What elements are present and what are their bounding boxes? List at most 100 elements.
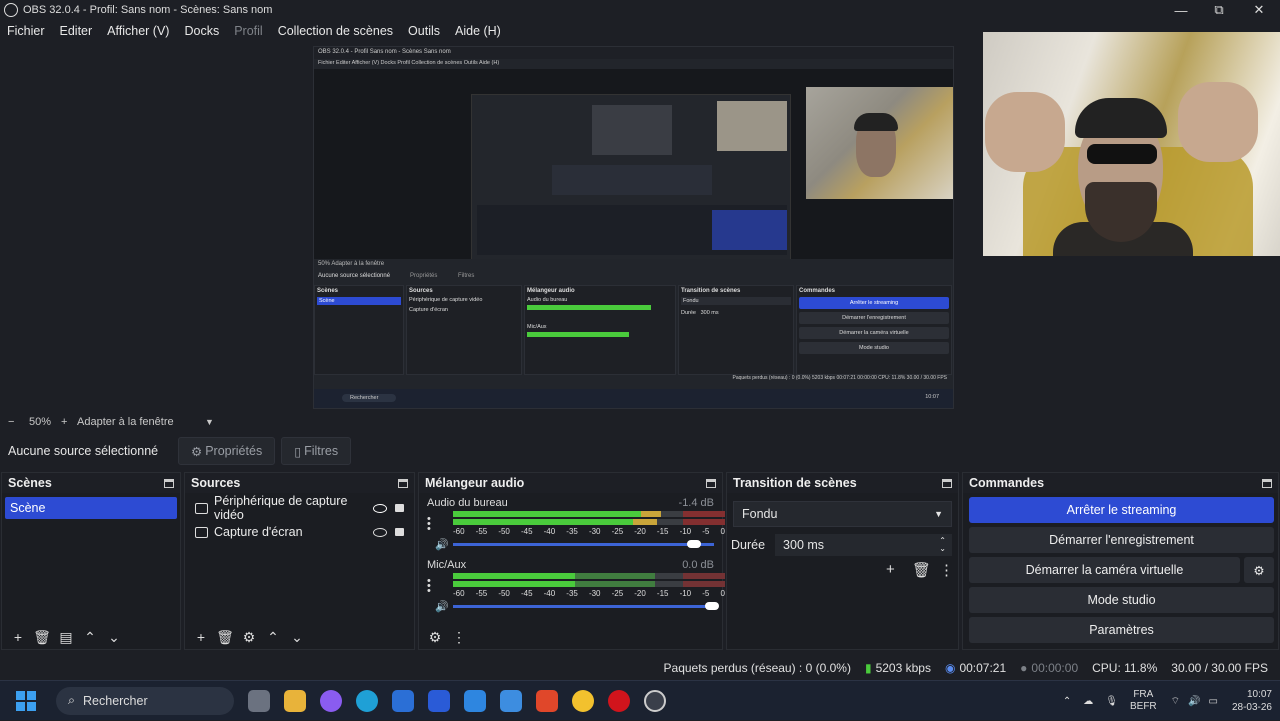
battery-icon[interactable]: ▭ [1209,696,1218,707]
start-recording-button[interactable]: Démarrer l'enregistrement [969,527,1274,553]
volume-icon[interactable]: 🔊 [1188,696,1200,707]
source-item[interactable]: Périphérique de capture vidéo [185,494,414,522]
duration-label: Durée [731,538,766,552]
trash-icon[interactable]: 🗑 [213,629,237,646]
copilot-icon[interactable] [320,689,342,712]
settings-button[interactable]: Paramètres [969,617,1274,643]
stop-streaming-button[interactable]: Arrêter le streaming [969,497,1274,523]
nested-transition: Transition de scènes Fondu Durée 300 ms [678,285,794,375]
level-meter [453,511,725,527]
store-icon[interactable] [392,689,414,712]
more-icon[interactable]: ⋮ [939,561,954,579]
cloud-icon[interactable]: ☁ [1083,696,1093,707]
lock-icon[interactable] [395,528,404,536]
zoom-fit-select[interactable]: Adapter à la fenêtre [77,416,205,428]
channel-name: Audio du bureau [427,497,508,509]
menu-editer[interactable]: Editer [60,24,93,38]
chevron-up-icon[interactable]: ⌃ [1063,696,1071,707]
nested-canvas [314,69,953,274]
more-icon[interactable]: • • • [427,576,433,597]
opera-icon[interactable] [608,689,630,712]
dropped-frames: Paquets perdus (réseau) : 0 (0.0%) [663,661,851,675]
nested-scenes: Scènes Scène [314,285,404,375]
more-icon[interactable]: • • • [427,514,433,535]
nested-taskbar: Rechercher 10:07 [314,389,953,408]
mic-icon[interactable]: 🎙 [1105,696,1118,707]
gear-icon[interactable]: ⚙ [237,629,261,646]
menu-afficher[interactable]: Afficher (V) [107,24,169,38]
close-button[interactable]: ✕ [1240,0,1278,20]
obs-taskbar-icon[interactable] [644,689,666,712]
transition-title: Transition de scènes [733,476,857,490]
outlook-icon[interactable] [464,689,486,712]
bitrate: ▮ 5203 kbps [864,661,931,675]
menu-profil[interactable]: Profil [234,24,262,38]
wifi-icon[interactable]: ⌔ [1171,695,1180,708]
brave-icon[interactable] [536,689,558,712]
trash-icon[interactable]: 🗑 [30,629,54,646]
filters-button[interactable]: ▯ Filtres [281,437,352,465]
minimize-button[interactable]: — [1162,0,1200,20]
up-arrow-icon[interactable]: ⌃ [78,629,102,646]
chevron-down-icon[interactable]: ▼ [205,417,214,427]
up-arrow-icon[interactable]: ⌃ [261,629,285,646]
app-icon[interactable] [428,689,450,712]
clock[interactable]: 10:07 28-03-26 [1232,688,1272,714]
menu-docks[interactable]: Docks [184,24,219,38]
menu-outils[interactable]: Outils [408,24,440,38]
chrome-icon[interactable] [572,689,594,712]
speaker-icon[interactable]: 🔊 [435,538,453,551]
gear-icon[interactable]: ⚙ [1244,557,1274,583]
lock-icon[interactable] [395,504,404,512]
channel-name: Mic/Aux [427,559,467,571]
down-arrow-icon[interactable]: ⌄ [285,629,309,646]
file-explorer-icon[interactable] [284,689,306,712]
cpu-usage: CPU: 11.8% [1092,661,1158,675]
language-indicator[interactable]: FRA BEFR [1130,689,1157,713]
volume-slider[interactable] [452,602,719,610]
duration-input[interactable]: 300 ms ⌃ ⌄ [775,534,952,556]
eye-icon[interactable] [373,503,387,513]
menu-collection[interactable]: Collection de scènes [278,24,393,38]
zoom-in-button[interactable]: + [61,416,77,428]
studio-mode-button[interactable]: Mode studio [969,587,1274,613]
meter-scale: -60 -55 -50 -45 -40 -35 -30 -25 -20 -15 -10 -5 0 [453,527,725,536]
taskbar-search[interactable]: ⌕ Rechercher [56,686,234,715]
down-arrow-icon[interactable]: ⌄ [102,629,126,646]
undock-icon[interactable] [1262,478,1272,488]
menu-fichier[interactable]: Fichier [7,24,45,38]
edge-icon[interactable] [356,689,378,712]
undock-icon[interactable] [706,478,716,488]
commands-title: Commandes [969,476,1045,490]
properties-button[interactable]: ⚙ Propriétés [178,437,276,465]
add-icon[interactable]: + [189,629,213,645]
windows-taskbar: ⌕ Rechercher ⌃ ☁ 🎙 FRA BEFR ⌔ 🔊 ▭ 10:07 28-… [0,680,1280,720]
todo-icon[interactable] [500,689,522,712]
windows-start-icon[interactable] [16,690,36,711]
advanced-audio-icon[interactable]: ⚙ [423,629,447,646]
undock-icon[interactable] [164,478,174,488]
add-icon[interactable]: + [886,561,895,578]
add-icon[interactable]: + [6,629,30,645]
transition-select[interactable]: Fondu ▼ [733,501,952,527]
more-icon[interactable]: ⋮ [447,629,471,646]
trash-icon[interactable]: 🗑 [912,561,931,579]
scene-transition-dock: Transition de scènes Fondu ▼ Durée 300 ms… [726,472,959,650]
undock-icon[interactable] [398,478,408,488]
zoom-out-button[interactable]: − [8,416,24,428]
scenes-title: Scènes [8,476,52,490]
record-time: ● 00:00:00 [1020,661,1079,675]
eye-icon[interactable] [373,527,387,537]
start-virtual-camera-button[interactable]: Démarrer la caméra virtuelle [969,557,1240,583]
scene-item[interactable]: Scène [5,497,177,519]
record-icon: ● [1020,661,1028,675]
maximize-button[interactable]: ⧉ [1200,0,1238,20]
system-tray: ⌃ ☁ 🎙 FRA BEFR ⌔ 🔊 ▭ 10:07 28-03-26 [1063,681,1272,721]
volume-slider[interactable] [452,540,714,548]
filter-icon[interactable]: ▤ [54,629,78,646]
source-item[interactable]: Capture d'écran [185,520,414,544]
speaker-icon[interactable]: 🔊 [435,600,453,613]
undock-icon[interactable] [942,478,952,488]
menu-aide[interactable]: Aide (H) [455,24,501,38]
task-view-icon[interactable] [248,689,270,712]
